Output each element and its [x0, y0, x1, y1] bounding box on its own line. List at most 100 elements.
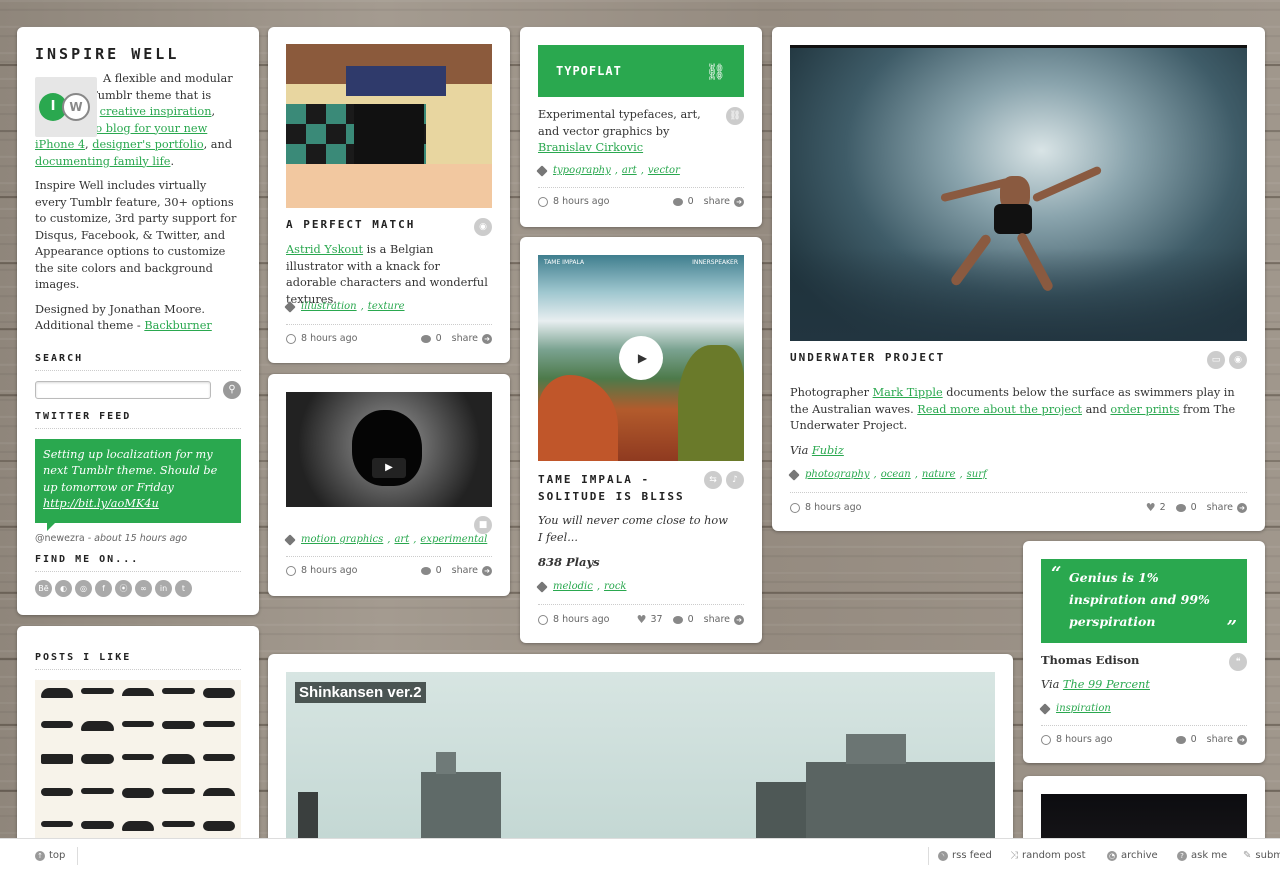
search-input[interactable]	[35, 380, 211, 399]
post-time[interactable]: 8 hours ago	[805, 502, 861, 513]
tweet-link[interactable]: http://bit.ly/aoMK4u	[43, 497, 159, 510]
typoflat-link-banner[interactable]: TYPOFLAT ⛓	[538, 45, 744, 97]
tag-link[interactable]: melodic	[553, 581, 593, 592]
tame-impala-title[interactable]: TAME IMPALA - SOLITUDE IS BLISS	[538, 471, 688, 505]
share-icon[interactable]: ➜	[1237, 734, 1247, 745]
tag-link[interactable]: illustration	[301, 301, 357, 312]
tag-link[interactable]: rock	[604, 581, 626, 592]
gowalla-icon[interactable]: ⦿	[115, 579, 132, 597]
post-time[interactable]: 8 hours ago	[553, 614, 609, 625]
tag-link[interactable]: surf	[967, 469, 987, 480]
perfect-match-image[interactable]	[286, 44, 492, 208]
99-percent-link[interactable]: The 99 Percent	[1063, 678, 1150, 691]
like-count[interactable]: 2	[1160, 502, 1166, 513]
camera-icon[interactable]: ◉	[474, 218, 492, 236]
facebook-icon[interactable]: f	[95, 579, 112, 597]
note-count[interactable]: 0	[436, 565, 442, 576]
tag-link[interactable]: experimental	[420, 534, 487, 545]
creative-inspiration-link[interactable]: creative inspiration	[100, 105, 212, 118]
share-button[interactable]: share	[1207, 502, 1233, 513]
play-icon[interactable]: ▶	[372, 458, 406, 478]
tag-link[interactable]: ocean	[881, 469, 911, 480]
designers-portfolio-link[interactable]: designer's portfolio	[92, 138, 203, 151]
read-more-link[interactable]: Read more about the project	[917, 403, 1082, 416]
dribbble-icon[interactable]: ◎	[75, 579, 92, 597]
tag-link[interactable]: art	[394, 534, 409, 545]
share-button[interactable]: share	[704, 196, 730, 207]
fubiz-link[interactable]: Fubiz	[812, 444, 844, 457]
archive-link[interactable]: ◔ archive	[1107, 850, 1158, 861]
share-button[interactable]: share	[452, 565, 478, 576]
tag-link[interactable]: vector	[648, 165, 680, 176]
tag-link[interactable]: motion graphics	[301, 534, 383, 545]
submit-link[interactable]: ✎ subm	[1243, 850, 1280, 861]
note-count[interactable]: 0	[436, 333, 442, 344]
order-prints-link[interactable]: order prints	[1110, 403, 1179, 416]
note-count[interactable]: 0	[688, 614, 694, 625]
quote-icon[interactable]: ❝	[1229, 653, 1247, 671]
rss-feed-link[interactable]: ◝ rss feed	[938, 850, 992, 861]
lastfm-icon[interactable]: ∞	[135, 579, 152, 597]
note-count[interactable]: 0	[1191, 734, 1197, 745]
underwater-photo[interactable]	[790, 45, 1247, 341]
shuffle-icon: ⤨	[1010, 850, 1018, 861]
backburner-link[interactable]: Backburner	[144, 319, 211, 332]
post-time[interactable]: 8 hours ago	[553, 196, 609, 207]
behance-icon[interactable]: Bē	[35, 579, 52, 597]
reblog-icon[interactable]: ⇆	[704, 471, 722, 489]
comment-icon	[420, 334, 431, 343]
twitter-icon[interactable]: t	[175, 579, 192, 597]
quote-meta: 8 hours ago 0 share ➜	[1041, 725, 1247, 745]
video-camera-icon[interactable]: ■	[474, 516, 492, 534]
share-button[interactable]: share	[1207, 734, 1233, 745]
documenting-family-link[interactable]: documenting family life	[35, 155, 170, 168]
share-icon[interactable]: ➜	[482, 333, 492, 344]
perfect-match-title[interactable]: A PERFECT MATCH	[286, 218, 415, 231]
blog-title[interactable]: INSPIRE WELL	[35, 45, 241, 63]
tag-link[interactable]: photography	[805, 469, 870, 480]
video-player[interactable]: ▶	[286, 392, 492, 507]
note-count[interactable]: 0	[688, 196, 694, 207]
photoset-icon[interactable]: ▭	[1207, 351, 1225, 369]
play-button[interactable]: ▶	[619, 336, 663, 380]
search-icon[interactable]: ⚲	[223, 380, 241, 399]
delicious-icon[interactable]: ◐	[55, 579, 72, 597]
share-button[interactable]: share	[452, 333, 478, 344]
link-icon[interactable]: ⛓	[726, 107, 744, 125]
typoflat-title[interactable]: TYPOFLAT	[556, 64, 622, 78]
shinkansen-photo[interactable]: Shinkansen ver.2	[286, 672, 995, 838]
astrid-yskout-link[interactable]: Astrid Yskout	[286, 243, 363, 256]
mark-tipple-link[interactable]: Mark Tipple	[873, 386, 943, 399]
share-icon[interactable]: ➜	[734, 196, 744, 207]
share-icon[interactable]: ➜	[1237, 502, 1247, 513]
share-icon[interactable]: ➜	[734, 614, 744, 625]
share-button[interactable]: share	[704, 614, 730, 625]
like-count[interactable]: 37	[651, 614, 663, 625]
underwater-caption: Photographer Mark Tipple documents below…	[790, 386, 1236, 432]
branislav-link[interactable]: Branislav Cirkovic	[538, 141, 643, 154]
note-count[interactable]: 0	[1191, 502, 1197, 513]
perfect-match-meta: 8 hours ago 0 share ➜	[286, 324, 492, 344]
tweet-meta: @newezra - about 15 hours ago	[35, 532, 188, 544]
album-art[interactable]: TAME IMPALA INNERSPEAKER ▶	[538, 255, 744, 461]
linkedin-icon[interactable]: in	[155, 579, 172, 597]
post-time[interactable]: 8 hours ago	[301, 333, 357, 344]
tag-link[interactable]: nature	[922, 469, 956, 480]
tag-icon	[536, 164, 548, 177]
heart-icon[interactable]: ♥	[1146, 501, 1156, 514]
tag-link[interactable]: inspiration	[1056, 703, 1111, 714]
ask-me-link[interactable]: ? ask me	[1177, 850, 1227, 861]
speaker-icon[interactable]: ♪	[726, 471, 744, 489]
post-time[interactable]: 8 hours ago	[301, 565, 357, 576]
liked-post-image[interactable]	[35, 680, 241, 850]
post-time[interactable]: 8 hours ago	[1056, 734, 1112, 745]
underwater-title[interactable]: UNDERWATER PROJECT	[790, 351, 945, 364]
share-icon[interactable]: ➜	[482, 565, 492, 576]
camera-icon[interactable]: ◉	[1229, 351, 1247, 369]
tag-link[interactable]: art	[622, 165, 637, 176]
tag-link[interactable]: typography	[553, 165, 611, 176]
tag-link[interactable]: texture	[368, 301, 405, 312]
heart-icon[interactable]: ♥	[637, 613, 647, 626]
random-post-link[interactable]: ⤨ random post	[1010, 850, 1086, 861]
top-link[interactable]: ↑ top	[35, 850, 65, 861]
